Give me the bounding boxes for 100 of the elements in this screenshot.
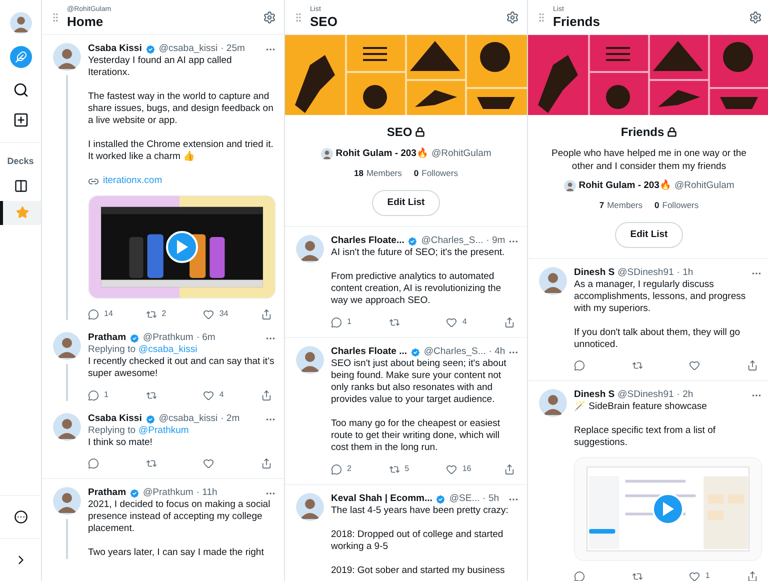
avatar[interactable] [539,389,567,418]
avatar[interactable] [296,493,324,522]
heart-icon[interactable] [203,458,214,469]
avatar[interactable] [53,43,81,71]
share-icon[interactable] [746,570,758,581]
deck-item[interactable] [0,200,41,224]
tweet-time: · 2h [676,389,694,402]
verified-icon [435,494,446,505]
tweet-text: I installed the Chrome extension and tried it. It worked like a charm 👍 [88,139,274,163]
author-handle[interactable]: @Charles_S... [424,346,486,358]
avatar[interactable] [53,413,81,441]
heart-icon[interactable] [689,570,700,581]
author-handle[interactable]: @csaba_kissi [158,43,218,55]
replying-label: Replying to [88,425,136,437]
owner-name[interactable]: Rohit Gulam - 203🔥 [336,147,428,162]
like-count: 4 [462,316,467,328]
settings-icon[interactable] [263,10,276,24]
heart-icon[interactable] [689,360,700,372]
tweet-time: · 25m [220,43,245,55]
feather-icon [14,51,26,63]
edit-list-button[interactable]: Edit List [615,222,683,248]
retweet-icon[interactable] [632,360,643,372]
reply-icon[interactable] [88,458,99,469]
avatar[interactable] [10,12,32,34]
column-title: Home [67,15,104,28]
like-count: 34 [219,308,228,320]
retweet-icon[interactable] [388,316,400,328]
author-name[interactable]: Charles Floate... [331,235,404,248]
reply-icon[interactable] [574,360,585,372]
avatar[interactable] [53,332,81,360]
avatar[interactable] [564,180,576,192]
reply-icon[interactable] [88,390,99,400]
drag-handle-icon[interactable] [293,12,304,22]
heart-icon[interactable] [203,390,214,400]
owner-name[interactable]: Rohit Gulam - 203🔥 [578,179,672,194]
settings-icon[interactable] [749,10,762,24]
retweet-icon[interactable] [146,390,157,400]
author-handle[interactable]: @Charles_S... [421,235,484,248]
settings-icon[interactable] [506,10,519,24]
author-name[interactable]: Dinesh S [574,389,615,402]
retweet-icon[interactable] [146,308,157,320]
share-icon[interactable] [260,308,272,320]
more-icon[interactable] [14,510,28,524]
author-name[interactable]: Dinesh S [574,267,615,280]
author-name[interactable]: Csaba Kissi [88,43,142,55]
author-name[interactable]: Pratham [88,332,126,344]
avatar[interactable] [53,487,81,515]
author-handle[interactable]: @Prathkum [143,487,194,499]
tweet-text: Replace specific text from a list of suggestions. [574,425,716,450]
followers-count: 0 [654,199,660,212]
reply-icon[interactable] [88,308,99,320]
verified-icon [129,488,140,498]
author-handle[interactable]: @SE... [449,493,480,506]
retweet-icon[interactable] [146,458,157,469]
heart-icon[interactable] [203,308,214,320]
drag-handle-icon[interactable] [536,12,547,22]
reply-count: 14 [104,308,113,320]
drag-handle-icon[interactable] [50,12,61,22]
owner-handle[interactable]: @RohitGulam [674,179,734,194]
heart-icon[interactable] [446,464,458,475]
reply-icon[interactable] [574,570,585,581]
author-name[interactable]: Pratham [88,487,126,499]
avatar[interactable] [539,267,567,296]
tweet-text: Yesterday I found an AI app called Iterationx. [88,55,233,79]
reply-icon[interactable] [331,316,342,328]
tweet-text: AI isn't the future of SEO; it's the present. [331,247,506,260]
tweet-time: · 6m [196,332,216,344]
reply-icon[interactable] [331,464,342,475]
avatar[interactable] [296,346,324,374]
followers-label[interactable]: Followers [662,199,699,212]
author-name[interactable]: Charles Floate ... [331,346,408,358]
heart-icon[interactable] [446,316,458,328]
tweet-text: The last 4-5 years have been pretty crazy: [331,505,510,518]
verified-icon [144,414,156,424]
edit-list-button[interactable]: Edit List [372,190,440,216]
tweet-text: Too many go for the cheapest or easiest route to get their writing done, which will cost them in the long run. [331,418,501,454]
share-icon[interactable] [504,464,515,475]
author-handle[interactable]: @SDinesh91 [618,389,674,402]
avatar[interactable] [320,148,333,160]
share-icon[interactable] [260,458,272,469]
members-label[interactable]: Members [366,167,402,180]
avatar[interactable] [296,235,324,264]
author-handle[interactable]: @SDinesh91 [618,267,674,280]
author-handle[interactable]: @Prathkum [143,332,194,344]
owner-handle[interactable]: @RohitGulam [431,147,492,162]
retweet-icon[interactable] [632,570,643,581]
compose-button[interactable] [10,46,32,68]
share-icon[interactable] [746,360,758,372]
search-icon[interactable] [12,82,28,98]
author-name[interactable]: Keval Shah | Ecomm... [331,493,432,506]
like-count: 16 [462,463,472,476]
followers-label[interactable]: Followers [422,167,458,180]
add-column-icon[interactable] [12,112,28,128]
share-icon[interactable] [260,390,272,400]
retweet-icon[interactable] [388,464,400,475]
tweet-text: 2021, I decided to focus on making a social presence instead of accepting my college placement. [88,499,272,535]
author-name[interactable]: Csaba Kissi [88,413,142,425]
share-icon[interactable] [504,316,515,328]
author-handle[interactable]: @csaba_kissi [158,413,218,425]
members-label[interactable]: Members [607,199,643,212]
